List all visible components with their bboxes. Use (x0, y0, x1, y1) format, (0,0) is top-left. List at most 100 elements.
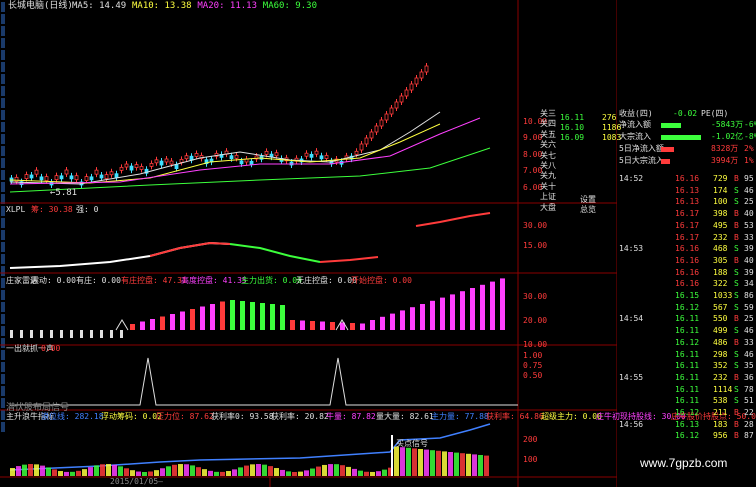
bull-bar (106, 464, 111, 476)
index-list-item[interactable]: 关三 (540, 110, 556, 118)
buy-signal-annotation: 买点信号 (396, 439, 428, 448)
bull-bar (232, 469, 237, 476)
tick-side: B (734, 174, 739, 183)
tick-volume: 188 (713, 267, 728, 277)
flow-value: 3994万 (711, 156, 739, 165)
xlpl-green (229, 243, 321, 263)
tick-row[interactable]: 16.16 188 S 39 (617, 268, 756, 279)
bull-bar (40, 465, 45, 476)
index-list-item[interactable]: 上证 (540, 193, 556, 201)
tick-side: B (734, 209, 739, 219)
tick-volume: 211 (713, 408, 728, 417)
index-list-item[interactable]: 关四 (540, 120, 556, 128)
bull-bar (448, 452, 453, 476)
tick-row[interactable]: 16.15 1033 S 86 (617, 291, 756, 302)
candle-body (324, 155, 329, 159)
tick-row[interactable]: 16.13 100 S 25 (617, 197, 756, 208)
tick-volume: 550 (713, 314, 728, 324)
radar-bar (160, 316, 165, 330)
radar-bar (190, 309, 195, 330)
bull-bar (394, 446, 399, 476)
index-list-item[interactable]: 大盘 (540, 203, 556, 212)
tick-row[interactable]: 16.16 322 S 34 (617, 279, 756, 290)
index-list-item[interactable]: 关七 (540, 151, 556, 160)
tick-side: S (734, 279, 739, 289)
candle-body (134, 164, 139, 169)
index-list-extra-item[interactable]: 总览 (580, 206, 596, 214)
bull-bar (220, 471, 225, 476)
index-list-item[interactable]: 关六 (540, 141, 556, 149)
tick-volume: 1114 (713, 384, 733, 394)
candle-body (39, 176, 44, 181)
axis-tick: 10.00 (523, 340, 548, 349)
bull-bar (16, 466, 21, 476)
tick-price: 16.11 (675, 396, 700, 406)
tick-row[interactable]: 16.17 495 B 53 (617, 221, 756, 232)
radar-bar (380, 316, 385, 330)
legend-item: 主力量: 77.88 (431, 412, 489, 421)
candle-body (309, 153, 314, 158)
tick-count: 95 (744, 174, 754, 183)
bull-bar (316, 466, 321, 476)
bull-bar (340, 465, 345, 476)
index-list-item[interactable]: 关五 (540, 130, 556, 139)
candle-body (404, 89, 409, 97)
candle-body (364, 137, 369, 145)
candle-body (104, 174, 109, 179)
radar-bar (240, 301, 245, 330)
tick-row[interactable]: 16.12 567 S 59 (617, 303, 756, 314)
bull-bar (442, 451, 447, 476)
bull-bar (166, 466, 171, 476)
tick-row[interactable]: 14:55 16.11 232 B 36 (617, 373, 756, 384)
tick-row[interactable]: 14:56 16.13 183 B 28 (617, 420, 756, 431)
tick-row[interactable]: 14:54 16.11 550 B 25 (617, 314, 756, 325)
tick-row[interactable]: 14:53 16.16 468 S 39 (617, 244, 756, 255)
bull-bar (484, 455, 489, 476)
tick-price: 16.12 (675, 302, 700, 312)
tick-row[interactable]: 16.17 398 B 40 (617, 209, 756, 220)
tick-row[interactable]: 16.11 499 S 46 (617, 326, 756, 337)
tick-row[interactable]: 14:52 16.16 729 B 95 (617, 174, 756, 185)
index-list-item[interactable]: 关九 (540, 172, 556, 180)
radar-bar (440, 297, 445, 330)
candle-body (384, 113, 389, 121)
bull-bar (286, 471, 291, 476)
tick-row[interactable]: 16.13 174 S 46 (617, 186, 756, 197)
tick-row[interactable]: 16.16 305 B 40 (617, 256, 756, 267)
bull-bar (154, 470, 159, 476)
tick-row[interactable]: 16.17 232 B 33 (617, 233, 756, 244)
pe-label: 收益(四) (619, 109, 653, 118)
tick-count: 87 (744, 431, 754, 441)
candle-body (374, 125, 379, 133)
tick-row[interactable]: 16.12 956 B 87 (617, 431, 756, 442)
tick-count: 39 (744, 244, 754, 254)
tick-row[interactable]: 16.11 298 S 46 (617, 350, 756, 361)
bull-bar (460, 453, 465, 476)
tick-time: 14:56 (619, 419, 644, 429)
candle-body (164, 158, 169, 163)
tick-row[interactable]: 16.12 211 B 22 (617, 408, 756, 419)
index-list-item[interactable]: 关十 (540, 182, 556, 191)
book-price: 16.11 (560, 113, 585, 122)
tick-row[interactable]: 16.11 352 S 35 (617, 361, 756, 372)
candle-body (159, 160, 164, 166)
tick-price: 16.17 (675, 232, 700, 242)
bull-bar (256, 464, 261, 476)
bull-bar (280, 469, 285, 476)
bull-bar (322, 464, 327, 476)
bull-bar (418, 449, 423, 476)
tick-row[interactable]: 16.11 1114 S 78 (617, 385, 756, 396)
index-list-extra-item[interactable]: 设置 (580, 196, 596, 204)
radar-bar (130, 324, 135, 330)
tick-side: S (734, 267, 739, 277)
book-price: 16.10 (560, 123, 585, 132)
bull-bar (196, 467, 201, 476)
index-list-item[interactable]: 关八 (540, 162, 556, 170)
bull-bar (274, 468, 279, 476)
candle-body (149, 163, 154, 167)
candle-body (249, 160, 254, 165)
bull-bar (346, 466, 351, 476)
tick-side: B (734, 372, 739, 382)
tick-row[interactable]: 16.12 486 B 33 (617, 338, 756, 349)
tick-row[interactable]: 16.11 538 S 51 (617, 396, 756, 407)
